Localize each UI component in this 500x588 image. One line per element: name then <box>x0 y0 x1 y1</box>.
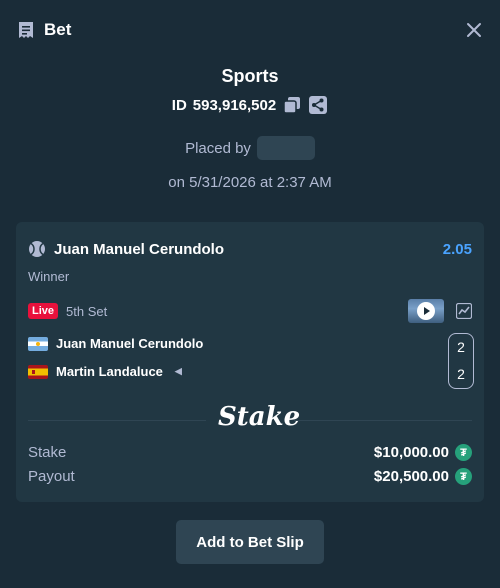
placed-by-row: Placed by <box>0 136 500 160</box>
payout-label: Payout <box>28 468 75 485</box>
player-row: Juan Manuel Cerundolo <box>28 336 203 351</box>
share-button[interactable] <box>308 95 328 115</box>
player-score: 2 <box>457 366 465 382</box>
share-icon <box>309 96 328 114</box>
bet-summary: Sports ID 593,916,502 Placed by on 5/31/… <box>0 62 500 191</box>
user-name-chip[interactable] <box>256 136 315 160</box>
divider-line <box>294 420 472 421</box>
set-label: 5th Set <box>66 303 108 319</box>
argentina-flag-icon <box>28 336 48 351</box>
player-row: Martin Landaluce ◀ <box>28 364 182 379</box>
placed-date: on 5/31/2026 at 2:37 AM <box>168 174 332 191</box>
stake-value: $10,000.00 <box>373 444 449 461</box>
payout-amount: $20,500.00 ₮ <box>374 468 472 485</box>
modal-title: Bet <box>44 20 72 39</box>
bet-id-label: ID <box>171 96 187 114</box>
stake-logo: Stake <box>218 402 301 432</box>
title-group: Bet <box>16 20 71 40</box>
stake-amount: $10,000.00 ₮ <box>374 444 472 461</box>
modal-header: Bet <box>0 0 500 62</box>
close-icon[interactable] <box>464 20 484 40</box>
sport-title: Sports <box>221 66 279 86</box>
bet-id-value: 593,916,502 <box>192 96 277 114</box>
score-box: 2 2 <box>448 333 474 389</box>
brand-divider: Stake <box>28 402 472 438</box>
market-label: Winner <box>28 269 70 284</box>
tether-icon: ₮ <box>455 468 472 485</box>
selection-row: Juan Manuel Cerundolo <box>28 240 224 258</box>
copy-button[interactable] <box>282 95 302 115</box>
stake-label: Stake <box>28 444 67 461</box>
payout-value: $20,500.00 <box>373 468 449 485</box>
selection-name: Juan Manuel Cerundolo <box>54 240 225 258</box>
stats-chart-icon[interactable] <box>456 303 472 319</box>
live-stream-thumbnail[interactable] <box>408 299 444 323</box>
bet-card: Juan Manuel Cerundolo 2.05 Winner Live 5… <box>16 222 484 502</box>
player-score: 2 <box>457 339 465 355</box>
play-icon <box>417 302 435 320</box>
add-to-bet-slip-button[interactable]: Add to Bet Slip <box>176 520 324 564</box>
bet-id-row: ID 593,916,502 <box>0 95 500 115</box>
tether-icon: ₮ <box>455 444 472 461</box>
receipt-icon <box>19 22 33 38</box>
copy-icon <box>283 97 301 114</box>
placed-by-label: Placed by <box>185 139 251 157</box>
serve-indicator-icon: ◀ <box>174 366 182 376</box>
player-name: Martin Landaluce <box>56 364 163 379</box>
match-status: Live 5th Set <box>28 303 107 319</box>
divider-line <box>28 420 206 421</box>
spain-flag-icon <box>28 364 48 379</box>
tennis-ball-icon <box>29 241 45 257</box>
live-badge: Live <box>28 303 59 319</box>
odds-value: 2.05 <box>442 241 472 258</box>
player-name: Juan Manuel Cerundolo <box>56 336 204 351</box>
